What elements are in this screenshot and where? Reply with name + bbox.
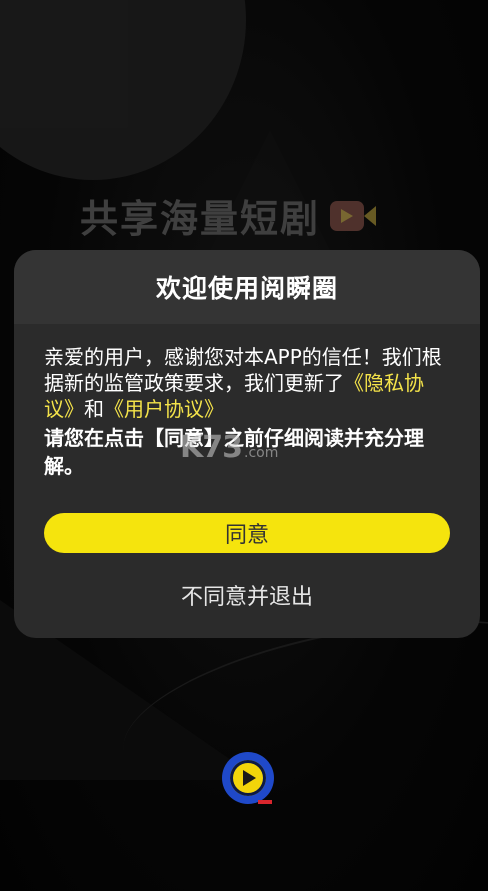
dialog-conjunction-text: 和	[84, 397, 104, 421]
decline-exit-button[interactable]: 不同意并退出	[44, 575, 450, 615]
dialog-title: 欢迎使用阅瞬圈	[155, 274, 338, 303]
dialog-header: 欢迎使用阅瞬圈	[14, 250, 480, 324]
site-watermark: K73 .com	[180, 430, 278, 465]
splash-screen: 共享海量短剧 欢迎使用阅瞬圈 亲爱的用户，感谢您对本APP的信任！我们根据新的监…	[0, 0, 488, 891]
watermark-sub-text: .com	[244, 445, 279, 461]
dialog-message: 亲爱的用户，感谢您对本APP的信任！我们根据新的监管政策要求，我们更新了《隐私协…	[44, 344, 450, 422]
app-logo-icon	[222, 752, 274, 804]
agree-button[interactable]: 同意	[44, 513, 450, 553]
user-agreement-link[interactable]: 《用户协议》	[104, 397, 224, 421]
watermark-main-text: K73	[180, 430, 243, 465]
